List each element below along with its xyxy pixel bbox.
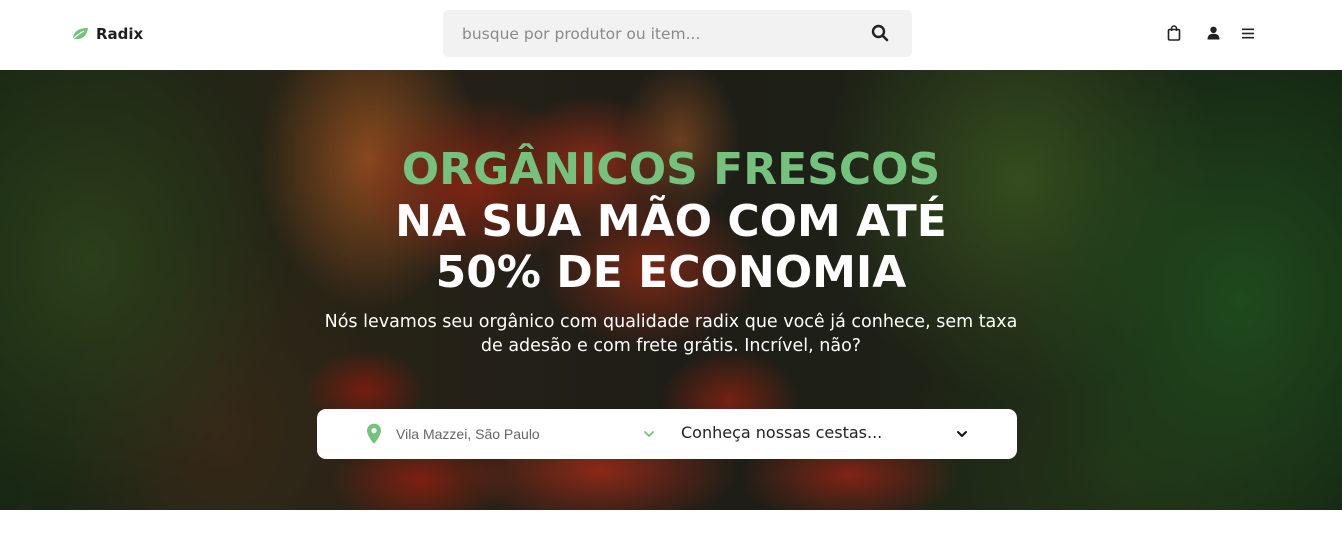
top-header: Radix <box>0 0 1342 70</box>
hero-title-line3: 50% DE ECONOMIA <box>435 247 907 298</box>
leaf-icon <box>71 28 88 41</box>
shopping-bag-icon[interactable] <box>1164 23 1184 43</box>
hero-title-line1: ORGÂNICOS FRESCOS <box>401 144 941 195</box>
search-bar <box>443 10 912 57</box>
chevron-down-icon[interactable] <box>643 428 655 440</box>
brand-logo[interactable]: Radix <box>71 23 143 45</box>
hero-subtitle: Nós levamos seu orgânico com qualidade r… <box>324 312 1018 356</box>
search-input[interactable] <box>443 10 863 57</box>
user-icon[interactable] <box>1203 23 1223 43</box>
menu-icon[interactable] <box>1238 23 1258 43</box>
cestas-select[interactable]: Conheça nossas cestas... <box>681 423 882 442</box>
location-basket-selector: Vila Mazzei, São Paulo Conheça nossas ce… <box>317 409 1017 459</box>
location-value[interactable]: Vila Mazzei, São Paulo <box>396 426 540 442</box>
brand-name: Radix <box>96 25 144 43</box>
chevron-down-icon[interactable] <box>956 428 968 440</box>
hero-banner: ORGÂNICOS FRESCOS NA SUA MÃO COM ATÉ 50%… <box>0 70 1342 510</box>
hero-title-line2: NA SUA MÃO COM ATÉ <box>395 196 947 247</box>
search-icon[interactable] <box>870 23 890 43</box>
location-pin-icon <box>367 423 381 444</box>
hero-content: ORGÂNICOS FRESCOS NA SUA MÃO COM ATÉ 50%… <box>0 70 1342 510</box>
